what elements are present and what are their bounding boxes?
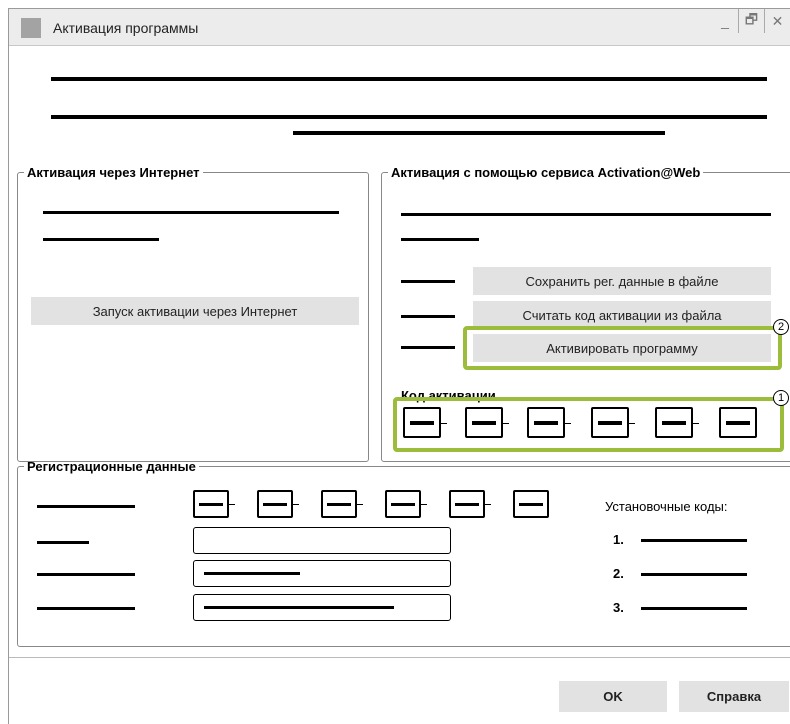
reg-field-3-value bbox=[204, 572, 300, 575]
reg-code-field-3[interactable] bbox=[321, 490, 357, 518]
footer-divider bbox=[9, 657, 790, 658]
intro-text-line-2 bbox=[51, 115, 767, 119]
title-bar: Активация программы _ 🗗 ✕ bbox=[9, 9, 790, 46]
close-icon[interactable]: ✕ bbox=[764, 9, 790, 33]
web-text-line-1 bbox=[401, 213, 771, 216]
activation-code-field-5[interactable] bbox=[655, 407, 693, 438]
reg-field-2[interactable] bbox=[193, 527, 451, 554]
activation-window: Активация программы _ 🗗 ✕ Активация чере… bbox=[8, 8, 790, 724]
reg-label-4 bbox=[37, 607, 135, 610]
code-separator bbox=[565, 423, 571, 424]
intro-text-line-3 bbox=[293, 131, 665, 135]
activate-program-button[interactable]: Активировать программу bbox=[473, 334, 771, 362]
install-code-number-3: 3. bbox=[613, 600, 624, 615]
save-row-label bbox=[401, 280, 455, 283]
reg-label-1 bbox=[37, 505, 135, 508]
minimize-icon[interactable]: _ bbox=[712, 9, 738, 33]
callout-2: 2 bbox=[773, 319, 789, 335]
reg-code-field-4[interactable] bbox=[385, 490, 421, 518]
activation-code-field-6[interactable] bbox=[719, 407, 757, 438]
activation-code-field-4[interactable] bbox=[591, 407, 629, 438]
read-activation-code-button[interactable]: Считать код активации из файла bbox=[473, 301, 771, 329]
code-separator bbox=[293, 504, 299, 505]
code-separator bbox=[357, 504, 363, 505]
install-code-number-1: 1. bbox=[613, 532, 624, 547]
restore-icon[interactable]: 🗗 bbox=[738, 9, 764, 33]
reg-code-field-5[interactable] bbox=[449, 490, 485, 518]
code-separator bbox=[421, 504, 427, 505]
read-row-label bbox=[401, 315, 455, 318]
registration-data-legend: Регистрационные данные bbox=[27, 459, 196, 474]
app-icon bbox=[21, 18, 41, 38]
reg-label-3 bbox=[37, 573, 135, 576]
activation-code-field-1[interactable] bbox=[403, 407, 441, 438]
reg-code-field-2[interactable] bbox=[257, 490, 293, 518]
window-controls: _ 🗗 ✕ bbox=[712, 9, 790, 33]
code-separator bbox=[441, 423, 447, 424]
install-codes-label: Установочные коды: bbox=[605, 499, 728, 514]
code-separator bbox=[229, 504, 235, 505]
install-code-value-2 bbox=[641, 573, 747, 576]
internet-text-line-1 bbox=[43, 211, 339, 214]
reg-field-4[interactable] bbox=[193, 594, 451, 621]
reg-field-4-value bbox=[204, 606, 394, 609]
code-separator bbox=[485, 504, 491, 505]
code-separator bbox=[629, 423, 635, 424]
install-code-value-1 bbox=[641, 539, 747, 542]
code-separator bbox=[503, 423, 509, 424]
reg-code-field-1[interactable] bbox=[193, 490, 229, 518]
activation-code-field-2[interactable] bbox=[465, 407, 503, 438]
web-text-line-2 bbox=[401, 238, 479, 241]
start-internet-activation-button[interactable]: Запуск активации через Интернет bbox=[31, 297, 359, 325]
install-code-value-3 bbox=[641, 607, 747, 610]
intro-text-line-1 bbox=[51, 77, 767, 81]
reg-code-field-6[interactable] bbox=[513, 490, 549, 518]
web-activation-legend: Активация с помощью сервиса Activation@W… bbox=[391, 165, 701, 180]
reg-field-3[interactable] bbox=[193, 560, 451, 587]
internet-text-line-2 bbox=[43, 238, 159, 241]
callout-1: 1 bbox=[773, 390, 789, 406]
window-title: Активация программы bbox=[53, 20, 199, 36]
internet-activation-legend: Активация через Интернет bbox=[27, 165, 200, 180]
activation-code-field-3[interactable] bbox=[527, 407, 565, 438]
code-separator bbox=[693, 423, 699, 424]
install-code-number-2: 2. bbox=[613, 566, 624, 581]
save-reg-data-button[interactable]: Сохранить рег. данные в файле bbox=[473, 267, 771, 295]
ok-button[interactable]: OK bbox=[559, 681, 667, 712]
reg-label-2 bbox=[37, 541, 89, 544]
help-button[interactable]: Справка bbox=[679, 681, 789, 712]
activate-row-label bbox=[401, 346, 455, 349]
